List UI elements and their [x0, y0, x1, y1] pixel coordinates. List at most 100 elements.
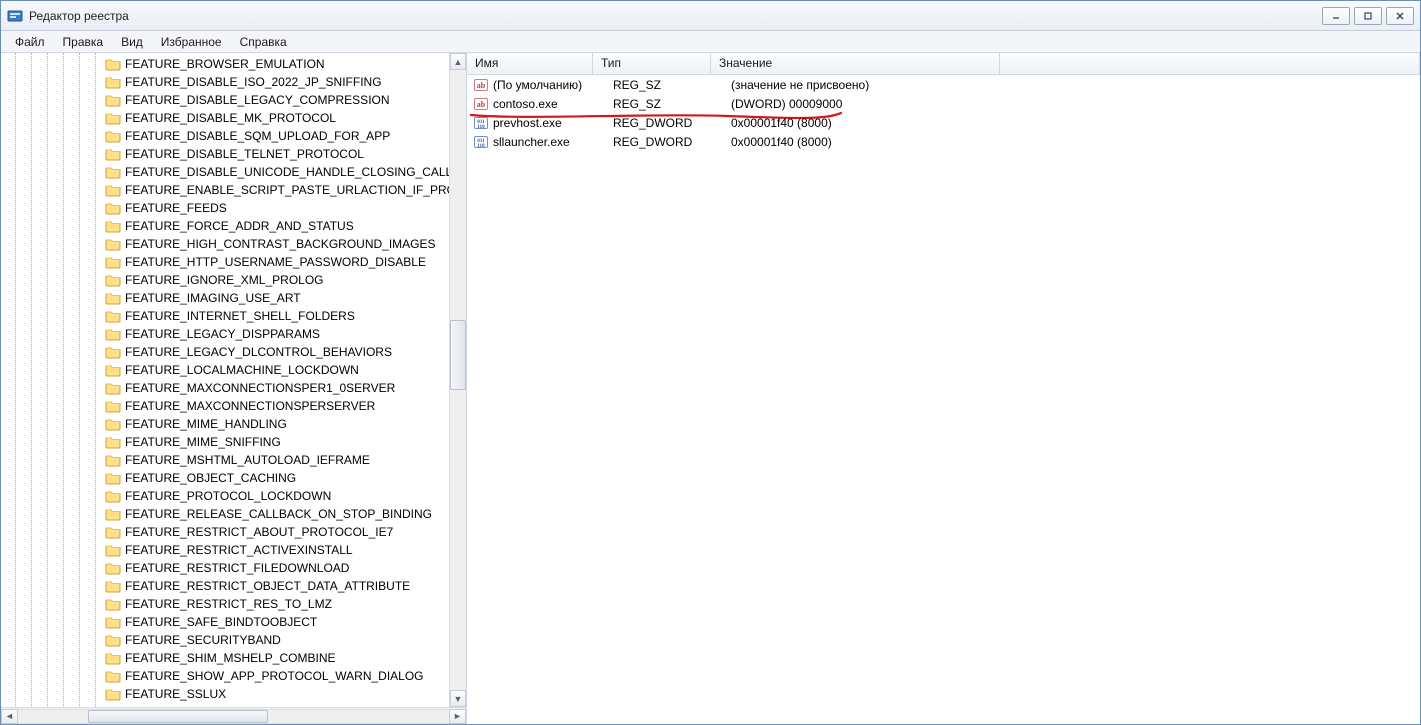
folder-icon	[105, 471, 121, 485]
binary-value-icon: 011 110	[473, 134, 489, 150]
folder-icon	[105, 291, 121, 305]
value-row[interactable]: 011 110 sllauncher.exeREG_DWORD0x00001f4…	[467, 132, 1420, 151]
value-name: contoso.exe	[493, 97, 613, 111]
value-row[interactable]: ab contoso.exeREG_SZ(DWORD) 00009000	[467, 94, 1420, 113]
menu-help[interactable]: Справка	[232, 33, 295, 51]
folder-icon	[105, 237, 121, 251]
tree-vertical-scrollbar[interactable]: ▲ ▼	[449, 53, 466, 707]
tree-pane: FEATURE_BROWSER_EMULATION FEATURE_DISABL…	[1, 53, 467, 724]
tree-item[interactable]: FEATURE_IMAGING_USE_ART	[1, 289, 466, 307]
tree-item-label: FEATURE_INTERNET_SHELL_FOLDERS	[125, 309, 355, 323]
tree-item[interactable]: FEATURE_MIME_HANDLING	[1, 415, 466, 433]
tree-item[interactable]: FEATURE_HTTP_USERNAME_PASSWORD_DISABLE	[1, 253, 466, 271]
folder-icon	[105, 147, 121, 161]
folder-icon	[105, 57, 121, 71]
scroll-thumb-horizontal[interactable]	[88, 710, 268, 723]
tree-item[interactable]: FEATURE_DISABLE_TELNET_PROTOCOL	[1, 145, 466, 163]
tree-item[interactable]: FEATURE_IGNORE_XML_PROLOG	[1, 271, 466, 289]
tree-item[interactable]: FEATURE_BROWSER_EMULATION	[1, 55, 466, 73]
tree-item-label: FEATURE_HIGH_CONTRAST_BACKGROUND_IMAGES	[125, 237, 436, 251]
tree-item[interactable]: FEATURE_RESTRICT_RES_TO_LMZ	[1, 595, 466, 613]
menu-edit[interactable]: Правка	[55, 33, 112, 51]
column-header-type[interactable]: Тип	[593, 53, 711, 74]
column-header-name[interactable]: Имя	[467, 53, 593, 74]
svg-text:110: 110	[477, 143, 485, 149]
minimize-button[interactable]	[1322, 7, 1350, 25]
window-title: Редактор реестра	[29, 9, 129, 23]
tree-item[interactable]: FEATURE_OBJECT_CACHING	[1, 469, 466, 487]
folder-icon	[105, 669, 121, 683]
tree-item-label: FEATURE_FEEDS	[125, 201, 227, 215]
tree-item[interactable]: FEATURE_LEGACY_DLCONTROL_BEHAVIORS	[1, 343, 466, 361]
tree-item[interactable]: FEATURE_RESTRICT_FILEDOWNLOAD	[1, 559, 466, 577]
value-data: (значение не присвоено)	[731, 78, 1420, 92]
menu-view[interactable]: Вид	[113, 33, 151, 51]
tree-item[interactable]: FEATURE_RELEASE_CALLBACK_ON_STOP_BINDING	[1, 505, 466, 523]
scroll-down-button[interactable]: ▼	[450, 690, 466, 707]
tree-item[interactable]: FEATURE_SAFE_BINDTOOBJECT	[1, 613, 466, 631]
tree-item[interactable]: FEATURE_DISABLE_ISO_2022_JP_SNIFFING	[1, 73, 466, 91]
tree-item[interactable]: FEATURE_DISABLE_MK_PROTOCOL	[1, 109, 466, 127]
column-header-spare[interactable]	[1000, 53, 1420, 74]
tree-item-label: FEATURE_SHOW_APP_PROTOCOL_WARN_DIALOG	[125, 669, 424, 683]
tree-item[interactable]: FEATURE_SHOW_APP_PROTOCOL_WARN_DIALOG	[1, 667, 466, 685]
tree-item[interactable]: FEATURE_MAXCONNECTIONSPERSERVER	[1, 397, 466, 415]
tree-horizontal-scrollbar[interactable]: ◄ ►	[1, 707, 466, 724]
tree-item[interactable]: FEATURE_SECURITYBAND	[1, 631, 466, 649]
close-button[interactable]	[1386, 7, 1414, 25]
tree-scroll-area[interactable]: FEATURE_BROWSER_EMULATION FEATURE_DISABL…	[1, 53, 466, 707]
tree-item-label: FEATURE_RESTRICT_ACTIVEXINSTALL	[125, 543, 353, 557]
tree-item[interactable]: FEATURE_SSLUX	[1, 685, 466, 703]
tree-item[interactable]: FEATURE_RESTRICT_ABOUT_PROTOCOL_IE7	[1, 523, 466, 541]
tree-item[interactable]: FEATURE_SUBDOWNLOAD_LOCKDOWN	[1, 703, 466, 707]
tree-item[interactable]: FEATURE_DISABLE_LEGACY_COMPRESSION	[1, 91, 466, 109]
tree-item[interactable]: FEATURE_RESTRICT_OBJECT_DATA_ATTRIBUTE	[1, 577, 466, 595]
maximize-button[interactable]	[1354, 7, 1382, 25]
tree-item[interactable]: FEATURE_ENABLE_SCRIPT_PASTE_URLACTION_IF…	[1, 181, 466, 199]
value-type: REG_SZ	[613, 78, 731, 92]
tree-item[interactable]: FEATURE_MSHTML_AUTOLOAD_IEFRAME	[1, 451, 466, 469]
values-header: Имя Тип Значение	[467, 53, 1420, 75]
tree-item[interactable]: FEATURE_FEEDS	[1, 199, 466, 217]
folder-icon	[105, 705, 121, 707]
tree-item[interactable]: FEATURE_HIGH_CONTRAST_BACKGROUND_IMAGES	[1, 235, 466, 253]
scroll-left-button[interactable]: ◄	[1, 709, 18, 724]
tree-item[interactable]: FEATURE_RESTRICT_ACTIVEXINSTALL	[1, 541, 466, 559]
tree-item[interactable]: FEATURE_MIME_SNIFFING	[1, 433, 466, 451]
folder-icon	[105, 417, 121, 431]
menu-favorites[interactable]: Избранное	[153, 33, 230, 51]
tree-item-label: FEATURE_MAXCONNECTIONSPERSERVER	[125, 399, 375, 413]
tree-item[interactable]: FEATURE_LEGACY_DISPPARAMS	[1, 325, 466, 343]
registry-editor-window: Редактор реестра Файл Правка Вид Избранн…	[0, 0, 1421, 725]
folder-icon	[105, 111, 121, 125]
scroll-right-button[interactable]: ►	[449, 709, 466, 724]
tree-item[interactable]: FEATURE_PROTOCOL_LOCKDOWN	[1, 487, 466, 505]
tree-item-label: FEATURE_HTTP_USERNAME_PASSWORD_DISABLE	[125, 255, 426, 269]
tree-item[interactable]: FEATURE_DISABLE_SQM_UPLOAD_FOR_APP	[1, 127, 466, 145]
tree-item[interactable]: FEATURE_FORCE_ADDR_AND_STATUS	[1, 217, 466, 235]
scroll-thumb-vertical[interactable]	[450, 320, 466, 390]
tree-item-label: FEATURE_BROWSER_EMULATION	[125, 57, 325, 71]
column-header-value[interactable]: Значение	[711, 53, 1000, 74]
tree-item-label: FEATURE_SECURITYBAND	[125, 633, 281, 647]
values-list[interactable]: ab (По умолчанию)REG_SZ(значение не прис…	[467, 75, 1420, 724]
scroll-track-horizontal[interactable]	[18, 709, 449, 724]
tree-item-label: FEATURE_LEGACY_DLCONTROL_BEHAVIORS	[125, 345, 392, 359]
scroll-up-button[interactable]: ▲	[450, 53, 466, 70]
tree-item[interactable]: FEATURE_SHIM_MSHELP_COMBINE	[1, 649, 466, 667]
tree-item-label: FEATURE_MSHTML_AUTOLOAD_IEFRAME	[125, 453, 370, 467]
tree-item[interactable]: FEATURE_DISABLE_UNICODE_HANDLE_CLOSING_C…	[1, 163, 466, 181]
tree-item[interactable]: FEATURE_INTERNET_SHELL_FOLDERS	[1, 307, 466, 325]
folder-icon	[105, 363, 121, 377]
tree-item[interactable]: FEATURE_MAXCONNECTIONSPER1_0SERVER	[1, 379, 466, 397]
folder-icon	[105, 201, 121, 215]
value-row[interactable]: ab (По умолчанию)REG_SZ(значение не прис…	[467, 75, 1420, 94]
tree-item-label: FEATURE_DISABLE_TELNET_PROTOCOL	[125, 147, 364, 161]
tree-item-label: FEATURE_RESTRICT_FILEDOWNLOAD	[125, 561, 349, 575]
menu-file[interactable]: Файл	[7, 33, 53, 51]
value-row[interactable]: 011 110 prevhost.exeREG_DWORD0x00001f40 …	[467, 113, 1420, 132]
value-name: (По умолчанию)	[493, 78, 613, 92]
folder-icon	[105, 489, 121, 503]
scroll-track-vertical[interactable]	[450, 70, 466, 690]
tree-item[interactable]: FEATURE_LOCALMACHINE_LOCKDOWN	[1, 361, 466, 379]
